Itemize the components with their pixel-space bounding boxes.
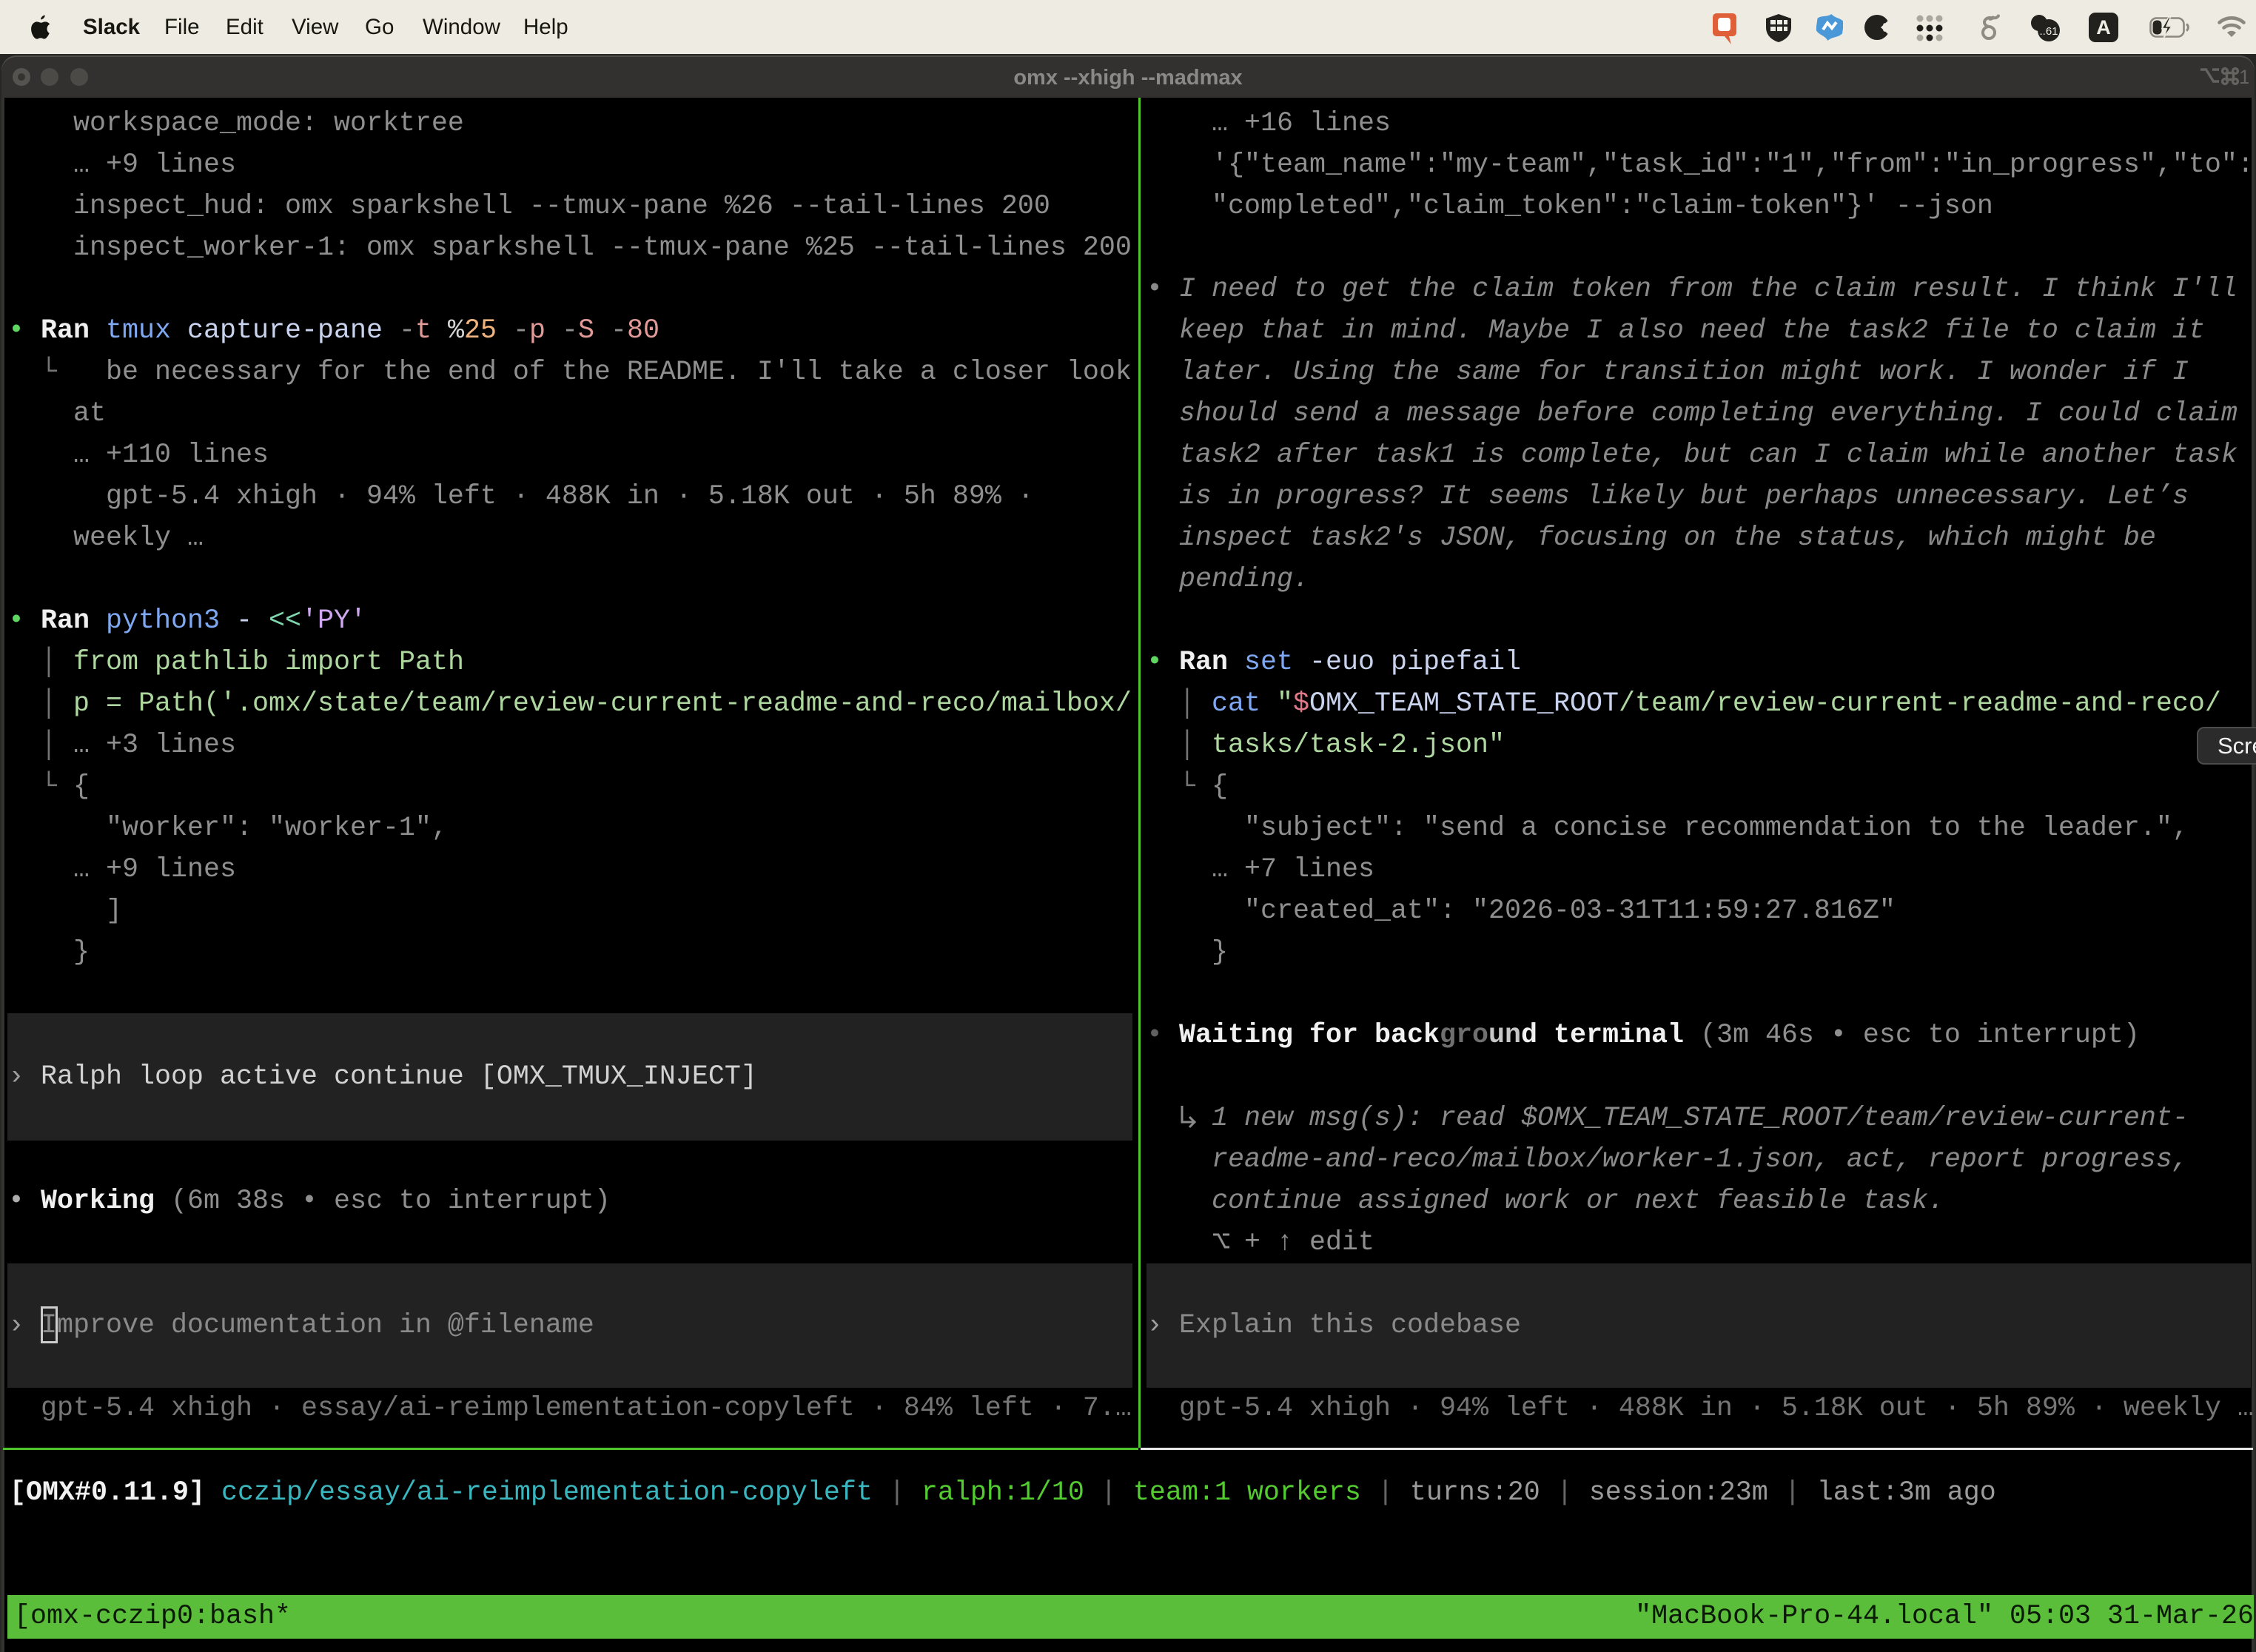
svg-text:1: 1 (2239, 66, 2249, 87)
svg-text:..61: ..61 (2039, 25, 2058, 38)
